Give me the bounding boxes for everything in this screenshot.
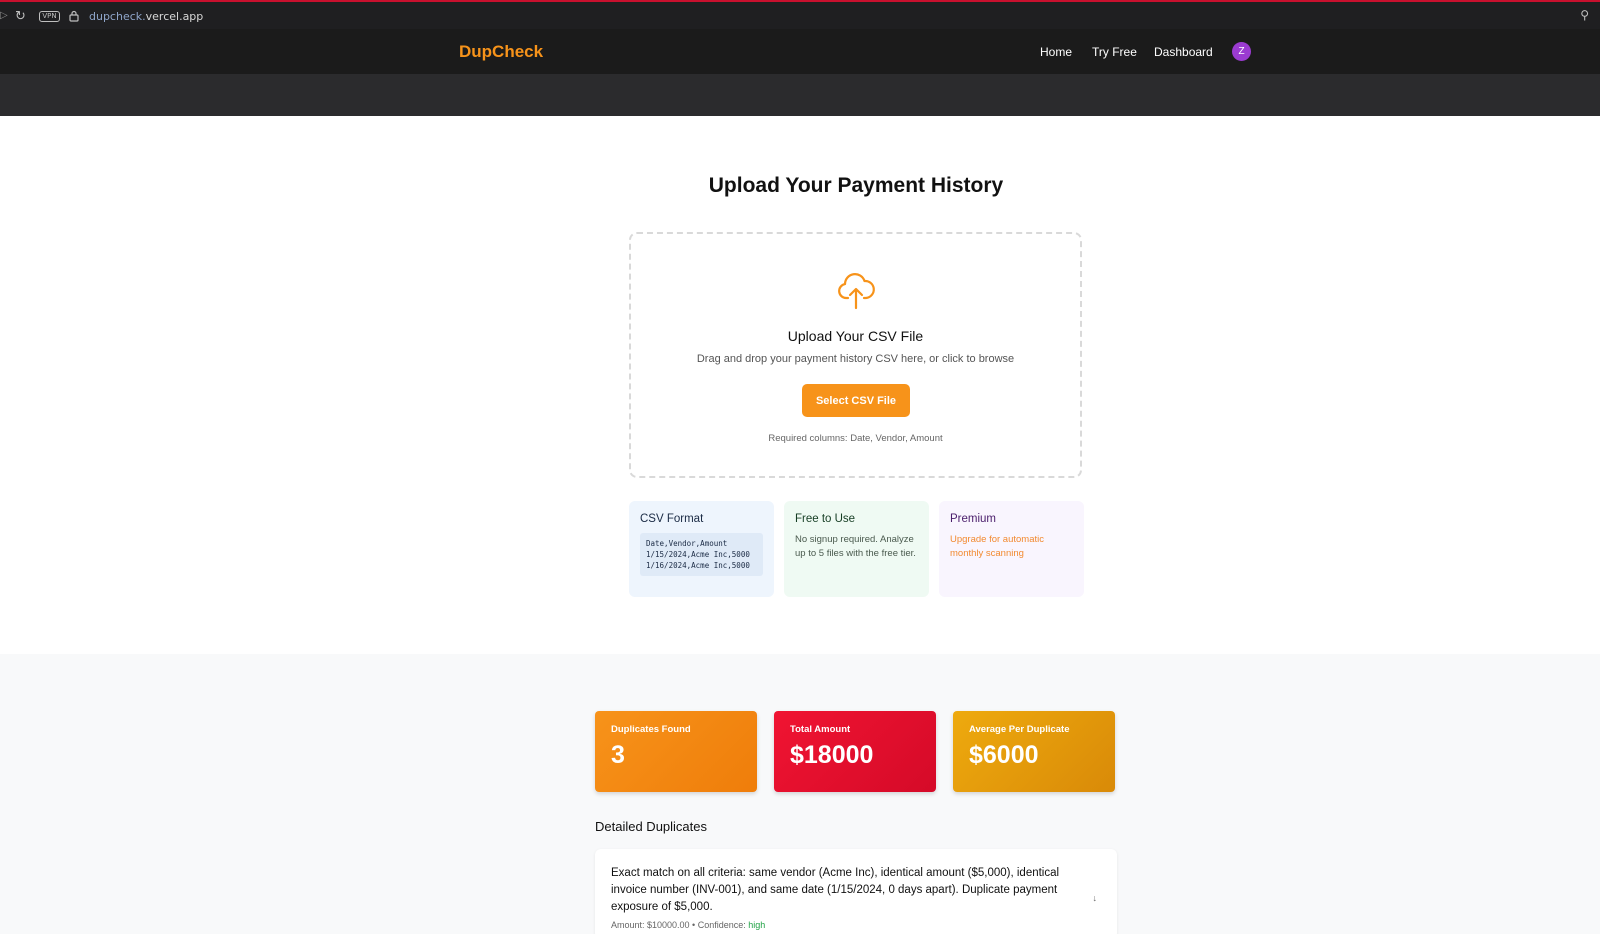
- expand-icon[interactable]: ↓: [1093, 893, 1098, 903]
- total-amount-card: Total Amount $18000: [774, 711, 936, 792]
- average-per-duplicate-value: $6000: [969, 741, 1039, 769]
- browser-toolbar: ▷ ↻ VPN dupcheck.vercel.app ⚲: [0, 0, 1600, 29]
- header-band: [0, 74, 1600, 116]
- vpn-badge[interactable]: VPN: [39, 11, 60, 22]
- dropzone-subtitle: Drag and drop your payment history CSV h…: [696, 353, 1015, 365]
- confidence-value: high: [748, 920, 766, 930]
- premium-upgrade-link[interactable]: Upgrade for automatic monthly scanning: [950, 533, 1073, 561]
- back-icon[interactable]: ▷: [0, 10, 8, 21]
- premium-card[interactable]: Premium Upgrade for automatic monthly sc…: [939, 501, 1084, 597]
- duplicates-found-value: 3: [611, 741, 625, 769]
- user-avatar[interactable]: Z: [1232, 42, 1251, 61]
- detailed-duplicates-heading: Detailed Duplicates: [595, 819, 708, 834]
- duplicate-meta: Amount: $10000.00 • Confidence: high: [611, 920, 1101, 930]
- pin-icon[interactable]: ⚲: [1580, 8, 1589, 22]
- page-title: Upload Your Payment History: [708, 174, 1004, 197]
- required-columns-note: Required columns: Date, Vendor, Amount: [768, 433, 943, 444]
- nav-dashboard[interactable]: Dashboard: [1154, 45, 1213, 59]
- lock-icon: [69, 10, 79, 22]
- dropzone-title: Upload Your CSV File: [787, 328, 924, 344]
- reload-icon[interactable]: ↻: [15, 8, 26, 24]
- select-csv-button[interactable]: Select CSV File: [802, 384, 910, 417]
- duplicate-item[interactable]: Exact match on all criteria: same vendor…: [595, 849, 1117, 934]
- free-to-use-card: Free to Use No signup required. Analyze …: [784, 501, 929, 597]
- nav-home[interactable]: Home: [1040, 45, 1072, 59]
- url-subdomain: dupcheck.: [89, 10, 146, 23]
- average-per-duplicate-card: Average Per Duplicate $6000: [953, 711, 1115, 792]
- total-amount-value: $18000: [790, 741, 874, 769]
- url-domain: vercel.app: [145, 10, 204, 23]
- site-header: DupCheck: [0, 29, 1600, 74]
- average-per-duplicate-label: Average Per Duplicate: [969, 724, 1070, 735]
- cloud-upload-icon: [838, 273, 875, 310]
- duplicate-amount: Amount: $10000.00 • Confidence:: [611, 920, 749, 930]
- free-to-use-text: No signup required. Analyze up to 5 file…: [795, 534, 916, 559]
- csv-format-card: CSV Format Date,Vendor,Amount 1/15/2024,…: [629, 501, 774, 597]
- free-to-use-title: Free to Use: [795, 513, 856, 525]
- duplicates-found-card: Duplicates Found 3: [595, 711, 757, 792]
- brand-logo[interactable]: DupCheck: [459, 42, 543, 62]
- duplicates-found-label: Duplicates Found: [611, 724, 691, 735]
- address-bar[interactable]: dupcheck.vercel.app: [89, 10, 203, 23]
- premium-title: Premium: [950, 513, 997, 525]
- csv-format-example: Date,Vendor,Amount 1/15/2024,Acme Inc,50…: [640, 533, 763, 576]
- duplicate-description: Exact match on all criteria: same vendor…: [611, 867, 1060, 913]
- csv-dropzone[interactable]: Upload Your CSV File Drag and drop your …: [629, 232, 1082, 478]
- nav-try-free[interactable]: Try Free: [1092, 45, 1137, 59]
- total-amount-label: Total Amount: [790, 724, 851, 735]
- csv-format-title: CSV Format: [640, 513, 704, 525]
